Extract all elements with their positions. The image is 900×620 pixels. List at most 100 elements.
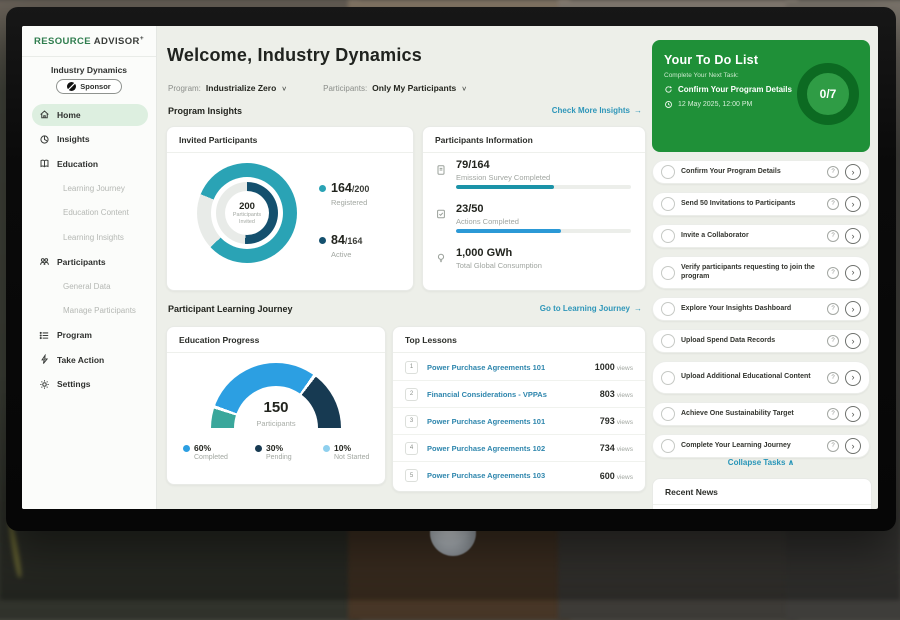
sidebar-item-label: Home — [57, 110, 81, 120]
book-icon — [39, 158, 50, 169]
survey-value: 79/164 — [456, 159, 490, 171]
task-row-confirm-program[interactable]: Confirm Your Program Details ? › — [652, 160, 870, 184]
clock-icon — [664, 100, 673, 109]
lesson-link[interactable]: Power Purchase Agreements 101 — [427, 363, 595, 372]
task-checkbox[interactable] — [661, 197, 675, 211]
chevron-down-icon: ∨ — [461, 84, 467, 91]
sidebar-item-home[interactable]: Home — [32, 104, 148, 126]
pending-label: Pending — [266, 454, 292, 461]
sidebar-item-general-data[interactable]: General Data — [32, 276, 148, 298]
chevron-right-icon[interactable]: › — [845, 333, 861, 349]
sponsor-badge[interactable]: Sponsor — [56, 79, 121, 94]
participants-filter[interactable]: Participants: Only My Participants ∨ — [323, 83, 467, 93]
task-checkbox[interactable] — [661, 334, 675, 348]
chevron-right-icon[interactable]: › — [845, 301, 861, 317]
survey-progress-bar — [456, 185, 631, 189]
info-icon[interactable]: ? — [827, 267, 839, 279]
lesson-views-suffix: views — [617, 392, 633, 399]
sidebar-item-participants[interactable]: Participants — [32, 251, 148, 273]
sidebar-item-education-content[interactable]: Education Content — [32, 202, 148, 224]
task-label: Verify participants requesting to join t… — [675, 264, 827, 282]
chevron-right-icon[interactable]: › — [845, 164, 861, 180]
chevron-right-icon[interactable]: › — [845, 228, 861, 244]
chevron-right-icon[interactable]: › — [845, 196, 861, 212]
lesson-rank: 3 — [405, 415, 418, 428]
sidebar-item-manage-participants[interactable]: Manage Participants — [32, 300, 148, 322]
lesson-link[interactable]: Power Purchase Agreements 102 — [427, 444, 600, 453]
sidebar-item-label: Settings — [57, 379, 91, 389]
lesson-link[interactable]: Power Purchase Agreements 101 — [427, 417, 600, 426]
info-icon[interactable]: ? — [827, 166, 839, 178]
lesson-row: 1 Power Purchase Agreements 101 1000view… — [393, 354, 645, 381]
chevron-right-icon[interactable]: › — [845, 265, 861, 281]
task-row-verify-participants[interactable]: Verify participants requesting to join t… — [652, 256, 870, 289]
gauge-center-label: Participants — [167, 419, 385, 428]
sidebar-item-settings[interactable]: Settings — [32, 374, 148, 396]
survey-icon — [435, 163, 447, 175]
actions-label: Actions Completed — [456, 217, 519, 226]
consumption-value: 1,000 GWh — [456, 247, 512, 259]
task-checkbox[interactable] — [661, 407, 675, 421]
info-icon[interactable]: ? — [827, 335, 839, 347]
task-checkbox[interactable] — [661, 302, 675, 316]
registered-dot — [319, 185, 326, 192]
lesson-views: 1000 — [595, 362, 615, 372]
task-row-achieve-target[interactable]: Achieve One Sustainability Target ? › — [652, 402, 870, 426]
sidebar-item-learning-journey[interactable]: Learning Journey — [32, 178, 148, 200]
sidebar-item-label: Education Content — [63, 208, 129, 217]
go-to-learning-journey-link[interactable]: Go to Learning Journey → — [482, 304, 642, 313]
info-icon[interactable]: ? — [827, 230, 839, 242]
task-checkbox[interactable] — [661, 229, 675, 243]
info-icon[interactable]: ? — [827, 198, 839, 210]
task-row-explore-insights[interactable]: Explore Your Insights Dashboard ? › — [652, 297, 870, 321]
task-checkbox[interactable] — [661, 371, 675, 385]
task-row-upload-educational-content[interactable]: Upload Additional Educational Content ? … — [652, 361, 870, 394]
chevron-right-icon[interactable]: › — [845, 370, 861, 386]
collapse-tasks-text: Collapse Tasks — [728, 458, 786, 467]
todo-task-list: Confirm Your Program Details ? › Send 50… — [652, 160, 870, 466]
info-icon[interactable]: ? — [827, 303, 839, 315]
sponsor-label: Sponsor — [80, 82, 110, 91]
info-icon[interactable]: ? — [827, 408, 839, 420]
home-icon — [39, 109, 50, 120]
chevron-right-icon[interactable]: › — [845, 406, 861, 422]
donut-center: 200 Participants Invited — [225, 191, 269, 235]
task-row-upload-spend-data[interactable]: Upload Spend Data Records ? › — [652, 329, 870, 353]
task-checkbox[interactable] — [661, 439, 675, 453]
go-to-learning-journey-text: Go to Learning Journey — [540, 304, 630, 313]
arrow-right-icon: → — [634, 304, 642, 313]
check-more-insights-text: Check More Insights — [552, 106, 630, 115]
lesson-link[interactable]: Financial Considerations - VPPAs — [427, 390, 600, 399]
lesson-rank: 5 — [405, 469, 418, 482]
program-filter[interactable]: Program: Industrialize Zero ∨ — [168, 83, 287, 93]
task-checkbox[interactable] — [661, 165, 675, 179]
chevron-right-icon[interactable]: › — [845, 438, 861, 454]
info-icon[interactable]: ? — [827, 372, 839, 384]
recent-news-card: Recent News — [652, 478, 872, 509]
not-started-pct: 10% — [334, 443, 351, 453]
task-row-invite-collaborator[interactable]: Invite a Collaborator ? › — [652, 224, 870, 248]
legend-active: 84/164 Active — [319, 231, 362, 259]
info-icon[interactable]: ? — [827, 440, 839, 452]
sidebar-item-learning-insights[interactable]: Learning Insights — [32, 227, 148, 249]
sidebar-item-education[interactable]: Education — [32, 153, 148, 175]
active-total: /164 — [345, 236, 363, 246]
metric-bar-fill-0 — [456, 185, 554, 189]
participants-info-card: Participants Information 79/164 Emission… — [422, 126, 646, 291]
donut-center-value: 200 — [239, 201, 255, 212]
lesson-link[interactable]: Power Purchase Agreements 103 — [427, 471, 600, 480]
check-more-insights-link[interactable]: Check More Insights→ — [482, 106, 642, 115]
todo-next-task: Confirm Your Program Details — [678, 85, 792, 94]
sidebar-item-insights[interactable]: Insights — [32, 129, 148, 151]
collapse-tasks-link[interactable]: Collapse Tasks ∧ — [652, 458, 870, 467]
task-row-send-invitations[interactable]: Send 50 Invitations to Participants ? › — [652, 192, 870, 216]
program-filter-label: Program: — [168, 84, 201, 93]
collapse-caret-icon: ∧ — [788, 458, 795, 467]
task-row-complete-learning-journey[interactable]: Complete Your Learning Journey ? › — [652, 434, 870, 458]
sidebar-item-program[interactable]: Program — [32, 325, 148, 347]
lesson-views-suffix: views — [617, 419, 633, 426]
lesson-views-wrap: 793views — [600, 416, 633, 426]
task-checkbox[interactable] — [661, 266, 675, 280]
lesson-views-wrap: 600views — [600, 471, 633, 481]
sidebar-item-take-action[interactable]: Take Action — [32, 349, 148, 371]
